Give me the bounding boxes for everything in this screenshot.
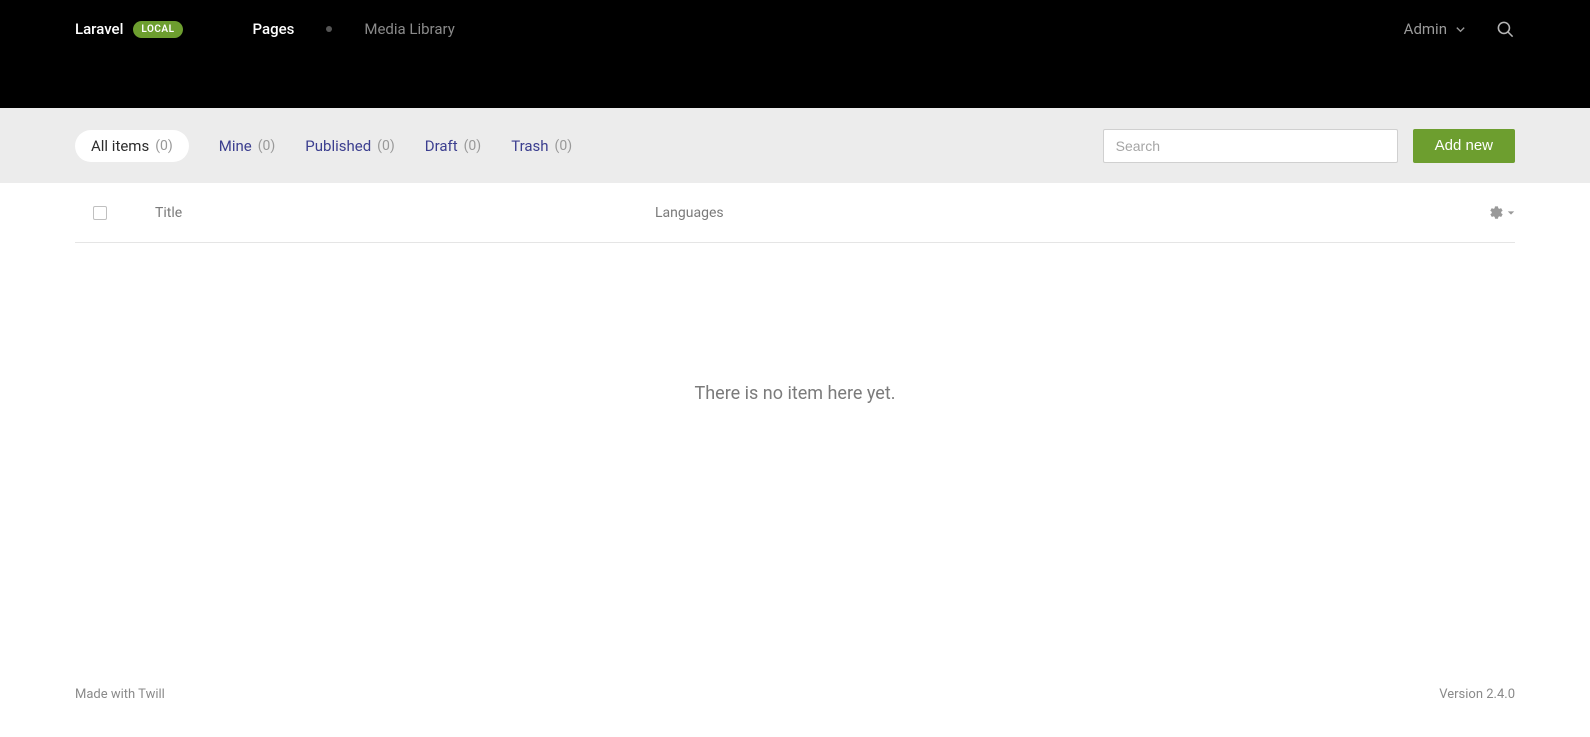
filter-tab-trash[interactable]: Trash (0)	[511, 131, 572, 161]
search-button[interactable]	[1496, 20, 1515, 39]
nav-separator-icon	[326, 26, 332, 32]
header-right: Admin	[1404, 20, 1515, 39]
content-area: Title Languages There is no item here ye…	[0, 183, 1590, 404]
filter-tab-all[interactable]: All items (0)	[75, 130, 189, 162]
table-header: Title Languages	[75, 183, 1515, 243]
gear-icon	[1489, 205, 1504, 220]
caret-down-icon	[1507, 209, 1515, 217]
filter-tab-label: Published	[305, 137, 371, 155]
brand-name: Laravel	[75, 20, 123, 38]
footer: Made with Twill Version 2.4.0	[75, 687, 1515, 702]
add-new-button[interactable]: Add new	[1413, 129, 1515, 163]
brand[interactable]: Laravel LOCAL	[75, 20, 183, 38]
filter-tab-count: (0)	[464, 138, 482, 154]
footer-version: Version 2.4.0	[1439, 687, 1515, 702]
filter-tab-label: Trash	[511, 137, 548, 155]
chevron-down-icon	[1455, 24, 1466, 35]
env-badge: LOCAL	[133, 21, 182, 38]
filter-tabs: All items (0) Mine (0) Published (0) Dra…	[75, 130, 572, 162]
filter-tab-count: (0)	[155, 138, 173, 154]
main-nav: Pages Media Library	[253, 20, 455, 38]
col-title-header[interactable]: Title	[155, 205, 655, 221]
select-all-checkbox[interactable]	[93, 206, 107, 220]
filter-actions: Add new	[1103, 129, 1515, 163]
filter-bar: All items (0) Mine (0) Published (0) Dra…	[0, 108, 1590, 183]
user-menu[interactable]: Admin	[1404, 20, 1466, 38]
col-languages-header[interactable]: Languages	[655, 205, 1475, 221]
filter-tab-count: (0)	[258, 138, 276, 154]
col-checkbox	[75, 206, 155, 220]
header-inner: Laravel LOCAL Pages Media Library Admin	[75, 0, 1515, 58]
filter-tab-label: Draft	[425, 137, 458, 155]
main-header: Laravel LOCAL Pages Media Library Admin	[0, 0, 1590, 108]
user-menu-label: Admin	[1404, 20, 1447, 38]
table-settings-button[interactable]	[1475, 205, 1515, 220]
filter-tab-label: All items	[91, 137, 149, 155]
footer-credit[interactable]: Made with Twill	[75, 687, 165, 702]
search-icon	[1496, 20, 1515, 39]
nav-item-pages[interactable]: Pages	[253, 20, 295, 38]
filter-tab-mine[interactable]: Mine (0)	[219, 131, 276, 161]
filter-tab-count: (0)	[377, 138, 395, 154]
filter-tab-published[interactable]: Published (0)	[305, 131, 394, 161]
empty-message: There is no item here yet.	[75, 383, 1515, 404]
filter-tab-count: (0)	[555, 138, 573, 154]
search-input[interactable]	[1103, 129, 1398, 163]
filter-tab-draft[interactable]: Draft (0)	[425, 131, 481, 161]
nav-item-media-library[interactable]: Media Library	[364, 20, 454, 38]
filter-tab-label: Mine	[219, 137, 252, 155]
